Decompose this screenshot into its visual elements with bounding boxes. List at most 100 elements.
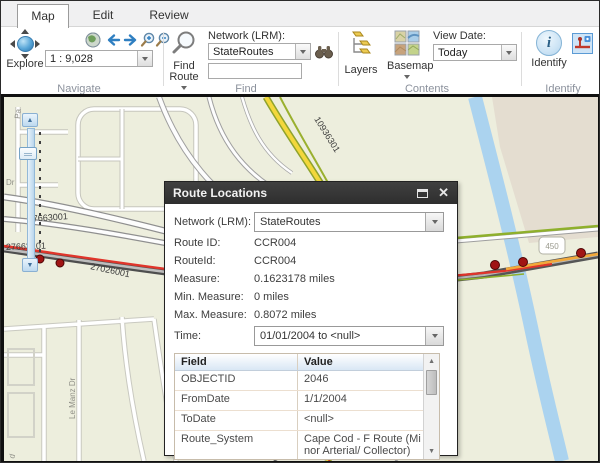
ribbon-network-lrm-label: Network (LRM): — [208, 30, 285, 42]
dialog-network-label: Network (LRM): — [174, 216, 254, 228]
cell-field: Route_System — [175, 431, 298, 459]
ribbon-body: Explore — [1, 27, 599, 93]
field-value: CCR004 — [254, 237, 296, 249]
identify-label: Identify — [529, 58, 569, 69]
caret-down-icon — [432, 334, 438, 338]
cell-field: ToDate — [175, 411, 298, 430]
view-date-label: View Date: — [433, 30, 486, 42]
identify-button[interactable]: i Identify — [529, 29, 569, 75]
field-value: 0.1623178 miles — [254, 273, 335, 285]
table-scrollbar[interactable]: ▲ ▼ — [423, 354, 439, 459]
fixed-zoom-in-icon[interactable] — [140, 32, 156, 48]
maximize-icon[interactable] — [417, 189, 428, 198]
dialog-network-combobox[interactable]: StateRoutes — [254, 212, 444, 232]
event-editor-window: Map Edit Review Explore — [0, 0, 600, 463]
field-value: CCR004 — [254, 255, 296, 267]
full-extent-globe-icon[interactable] — [85, 32, 101, 48]
column-header-field[interactable]: Field — [175, 354, 298, 370]
identify-info-icon: i — [536, 30, 562, 56]
cell-value: Cape Cod - F Route (Mi nor Arterial/ Col… — [298, 431, 423, 459]
caret-down-icon — [142, 57, 148, 61]
scroll-up-icon[interactable]: ▲ — [424, 358, 439, 365]
dialog-title: Route Locations — [165, 186, 417, 200]
field-label: Max. Measure: — [174, 309, 254, 321]
view-date-dropdown-button[interactable] — [501, 45, 516, 60]
layers-button[interactable]: Layers — [342, 30, 380, 76]
zoom-slider-down-button[interactable]: ▼ — [22, 258, 38, 272]
caret-down-icon — [506, 51, 512, 55]
table-row[interactable]: ToDate <null> — [175, 411, 423, 431]
cell-field: FromDate — [175, 391, 298, 410]
field-label: Measure: — [174, 273, 254, 285]
dialog-time-dropdown-button[interactable] — [425, 327, 443, 345]
close-icon[interactable]: ✕ — [438, 188, 449, 198]
cell-field: OBJECTID — [175, 371, 298, 390]
view-date-value: Today — [434, 45, 501, 60]
map-scale-combobox[interactable]: 1 : 9,028 — [45, 50, 153, 67]
ribbon-tab-row: Map Edit Review — [1, 1, 599, 27]
map-shield-number: 450 — [545, 242, 559, 251]
map-scale-value: 1 : 9,028 — [46, 51, 137, 66]
basemap-button[interactable]: Basemap — [387, 30, 427, 88]
binoculars-search-icon[interactable] — [315, 44, 333, 59]
scroll-down-icon[interactable]: ▼ — [424, 448, 439, 455]
field-label: RouteId: — [174, 255, 254, 267]
ribbon-network-value: StateRoutes — [209, 44, 295, 59]
group-separator — [338, 32, 339, 86]
dialog-time-label: Time: — [174, 330, 254, 342]
cell-value: 2046 — [298, 371, 423, 390]
dialog-time-value: 01/01/2004 to <null> — [255, 327, 425, 345]
find-route-label-line2: Route — [164, 72, 204, 83]
cell-value: <null> — [298, 411, 423, 430]
street-label-dr: Dr — [6, 178, 15, 187]
caret-down-icon — [181, 86, 187, 90]
dialog-network-value: StateRoutes — [255, 213, 425, 231]
ribbon: Map Edit Review Explore — [1, 1, 599, 96]
tab-review[interactable]: Review — [140, 4, 198, 28]
map-scale-dropdown-button[interactable] — [137, 51, 152, 66]
previous-extent-arrow-icon[interactable] — [105, 32, 121, 48]
explore-button[interactable]: Explore — [3, 29, 47, 77]
field-label: Min. Measure: — [174, 291, 254, 303]
table-row[interactable]: Route_System Cape Cod - F Route (Mi nor … — [175, 431, 423, 459]
dialog-titlebar[interactable]: Route Locations ✕ — [165, 182, 457, 204]
caret-down-icon — [300, 50, 306, 54]
ribbon-network-combobox[interactable]: StateRoutes — [208, 43, 311, 60]
dialog-time-combobox[interactable]: 01/01/2004 to <null> — [254, 326, 444, 346]
table-row[interactable]: OBJECTID 2046 — [175, 371, 423, 391]
street-label-le-manz-dr: Le Manz Dr — [68, 377, 77, 419]
layers-label: Layers — [342, 65, 380, 76]
table-row[interactable]: FromDate 1/1/2004 — [175, 391, 423, 411]
cell-value: 1/1/2004 — [298, 391, 423, 410]
zoom-slider-ticks — [39, 132, 41, 254]
caret-down-icon — [432, 220, 438, 224]
dialog-body: Network (LRM): StateRoutes Route ID: CCR… — [165, 204, 457, 460]
find-route-magnifier-icon — [171, 30, 197, 56]
field-value: 0.8072 miles — [254, 309, 316, 321]
next-extent-arrow-icon[interactable] — [123, 32, 139, 48]
basemap-tiles-icon — [394, 30, 420, 56]
attribute-table: Field Value OBJECTID 2046 FromDate 1/1/2… — [174, 353, 440, 460]
tab-map[interactable]: Map — [17, 4, 69, 28]
identify-route-locations-icon — [573, 34, 592, 53]
find-route-button[interactable]: Find Route — [164, 30, 204, 90]
dialog-network-dropdown-button[interactable] — [425, 213, 443, 231]
map-route-shield: 450 — [539, 237, 565, 254]
layers-tree-icon — [346, 30, 376, 60]
view-date-combobox[interactable]: Today — [433, 44, 517, 61]
zoom-slider-up-button[interactable]: ▲ — [22, 113, 38, 127]
route-locations-dialog: Route Locations ✕ Network (LRM): StateRo… — [164, 181, 458, 456]
route-id-search-input[interactable] — [208, 63, 302, 79]
scrollbar-thumb[interactable] — [426, 370, 437, 395]
ribbon-network-dropdown-button[interactable] — [295, 44, 310, 59]
identify-route-locations-tool-button[interactable] — [572, 33, 593, 54]
tab-edit[interactable]: Edit — [80, 4, 126, 28]
field-label: Route ID: — [174, 237, 254, 249]
field-value: 0 miles — [254, 291, 289, 303]
explore-pan-icon — [10, 29, 40, 59]
group-separator — [521, 32, 522, 86]
caret-down-icon — [404, 75, 410, 79]
column-header-value[interactable]: Value — [298, 354, 423, 370]
attribute-table-header: Field Value — [175, 354, 423, 371]
zoom-slider-thumb[interactable] — [19, 147, 37, 160]
